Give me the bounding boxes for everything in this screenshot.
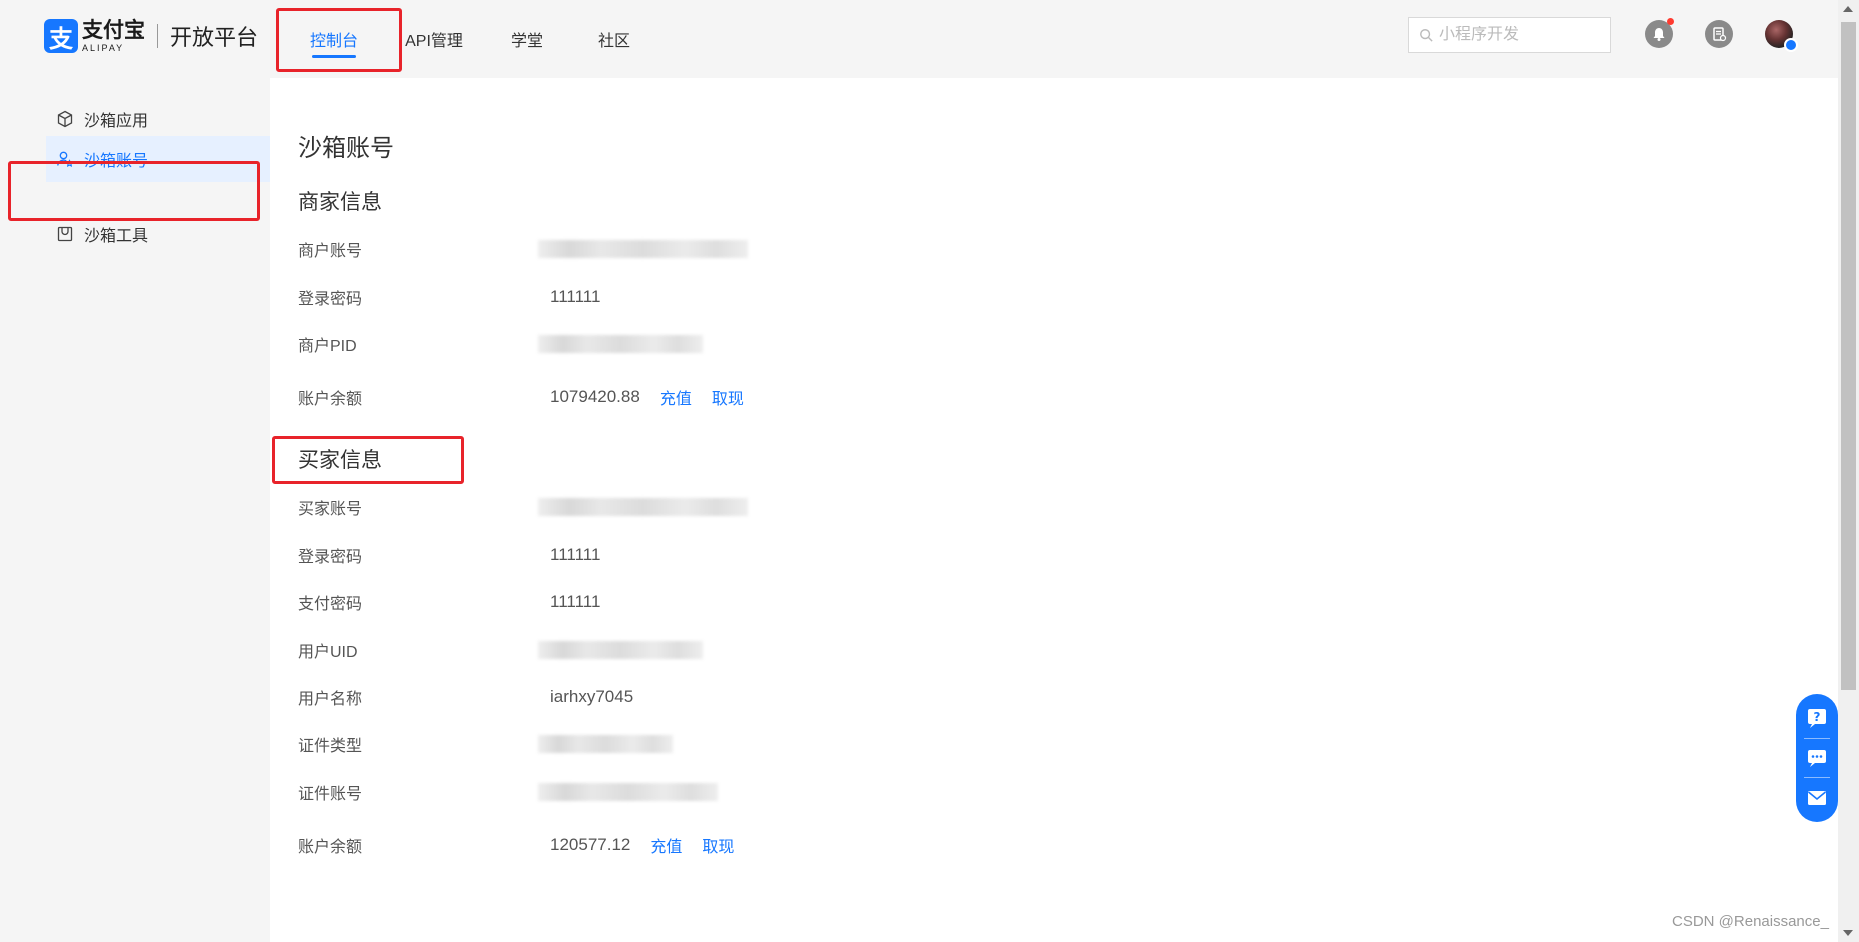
user-star-icon bbox=[57, 151, 74, 168]
buyer-id-number-row: 证件账号 bbox=[298, 780, 718, 804]
field-value: 111111 bbox=[550, 287, 601, 306]
search-box[interactable] bbox=[1408, 17, 1611, 53]
field-value: 1079420.88 bbox=[550, 387, 640, 406]
buyer-recharge-link[interactable]: 充值 bbox=[650, 833, 682, 857]
redacted-value bbox=[538, 641, 703, 659]
search-input[interactable] bbox=[1439, 26, 1609, 44]
alipay-logo[interactable]: 支 支付宝 ALIPAY 开放平台 bbox=[44, 19, 258, 53]
merchant-pid-row: 商户PID bbox=[298, 332, 703, 356]
mail-icon bbox=[1807, 790, 1827, 805]
field-label: 证件类型 bbox=[298, 738, 363, 755]
float-divider bbox=[1804, 737, 1830, 739]
field-label: 用户名称 bbox=[298, 691, 363, 708]
redacted-value bbox=[538, 498, 748, 516]
sidebar-item-sandbox-tools[interactable]: 沙箱工具 bbox=[46, 211, 270, 257]
buyer-pay-password-row: 支付密码 111111 bbox=[298, 590, 600, 614]
merchant-password-row: 登录密码 111111 bbox=[298, 285, 600, 309]
chat-button[interactable] bbox=[1804, 745, 1830, 771]
buyer-uid-row: 用户UID bbox=[298, 638, 703, 662]
user-avatar[interactable] bbox=[1765, 20, 1798, 52]
sidebar: 沙箱应用 沙箱账号 沙箱工具 bbox=[0, 78, 270, 942]
field-label: 支付密码 bbox=[298, 596, 363, 613]
field-label: 登录密码 bbox=[298, 291, 363, 308]
field-label: 登录密码 bbox=[298, 549, 363, 566]
buyer-withdraw-link[interactable]: 取现 bbox=[702, 833, 734, 857]
sidebar-item-label: 沙箱工具 bbox=[84, 228, 149, 245]
logo-divider bbox=[157, 24, 158, 48]
notification-button[interactable] bbox=[1645, 18, 1674, 48]
field-value: iarhxy7045 bbox=[550, 687, 634, 706]
scroll-up-arrow[interactable] bbox=[1843, 6, 1853, 12]
nav-academy[interactable]: 学堂 bbox=[482, 0, 572, 78]
buyer-balance-row: 账户余额 120577.12 充值 取现 bbox=[298, 833, 734, 857]
float-divider bbox=[1804, 777, 1830, 779]
chat-icon bbox=[1808, 749, 1826, 767]
bag-icon bbox=[57, 226, 73, 242]
page-title: 沙箱账号 bbox=[298, 135, 394, 162]
buyer-id-type-row: 证件类型 bbox=[298, 732, 673, 756]
feedback-button[interactable] bbox=[1804, 785, 1830, 811]
field-value: 111111 bbox=[550, 592, 601, 611]
alipay-logo-icon: 支 bbox=[44, 19, 78, 53]
field-label: 商户账号 bbox=[298, 243, 363, 260]
page-scrollbar[interactable] bbox=[1838, 0, 1859, 942]
field-label: 证件账号 bbox=[298, 786, 363, 803]
nav-console[interactable]: 控制台 bbox=[282, 0, 386, 78]
merchant-account-row: 商户账号 bbox=[298, 237, 748, 261]
field-label: 账户余额 bbox=[298, 839, 363, 856]
field-value: 120577.12 bbox=[550, 835, 631, 854]
cube-icon bbox=[57, 110, 73, 128]
document-icon bbox=[1713, 27, 1727, 42]
sidebar-item-label: 沙箱账号 bbox=[84, 153, 149, 170]
top-nav: 控制台 API管理 学堂 社区 bbox=[282, 0, 656, 78]
field-label: 用户UID bbox=[298, 644, 358, 661]
merchant-recharge-link[interactable]: 充值 bbox=[660, 385, 692, 409]
field-value: 111111 bbox=[550, 545, 601, 564]
watermark: CSDN @Renaissance_ bbox=[1672, 913, 1829, 930]
logo-en: ALIPAY bbox=[82, 42, 125, 53]
buyer-section-title: 买家信息 bbox=[298, 449, 382, 472]
field-label: 账户余额 bbox=[298, 391, 363, 408]
notification-dot bbox=[1667, 18, 1674, 25]
scroll-down-arrow[interactable] bbox=[1843, 930, 1853, 936]
question-icon: ? bbox=[1808, 709, 1826, 729]
bell-icon bbox=[1653, 28, 1665, 41]
merchant-balance-row: 账户余额 1079420.88 充值 取现 bbox=[298, 385, 744, 409]
redacted-value bbox=[538, 735, 673, 753]
buyer-login-password-row: 登录密码 111111 bbox=[298, 543, 600, 567]
help-button[interactable]: ? bbox=[1804, 705, 1830, 731]
search-icon bbox=[1420, 29, 1433, 42]
top-bar: 支 支付宝 ALIPAY 开放平台 控制台 API管理 学堂 社区 bbox=[0, 0, 1838, 78]
svg-text:?: ? bbox=[1814, 710, 1821, 724]
main-content: 沙箱账号 商家信息 商户账号 登录密码 111111 商户PID 账户余额 10… bbox=[270, 78, 1838, 942]
redacted-value bbox=[538, 240, 748, 258]
merchant-section-title: 商家信息 bbox=[298, 191, 382, 214]
redacted-value bbox=[538, 783, 718, 801]
logo-text: 支付宝 ALIPAY bbox=[82, 20, 145, 53]
merchant-withdraw-link[interactable]: 取现 bbox=[712, 385, 744, 409]
buyer-username-row: 用户名称 iarhxy7045 bbox=[298, 685, 633, 709]
nav-api-management[interactable]: API管理 bbox=[386, 0, 482, 78]
redacted-value bbox=[538, 335, 703, 353]
buyer-account-row: 买家账号 bbox=[298, 495, 748, 519]
floating-help-bar: ? bbox=[1796, 694, 1838, 822]
nav-community[interactable]: 社区 bbox=[572, 0, 656, 78]
avatar-badge bbox=[1784, 38, 1798, 52]
field-label: 商户PID bbox=[298, 338, 357, 355]
field-label: 买家账号 bbox=[298, 501, 363, 518]
sidebar-item-sandbox-accounts[interactable]: 沙箱账号 bbox=[46, 136, 270, 182]
document-button[interactable] bbox=[1705, 20, 1733, 48]
scroll-thumb[interactable] bbox=[1841, 22, 1856, 690]
platform-name: 开放平台 bbox=[170, 25, 259, 50]
logo-cn: 支付宝 bbox=[82, 18, 145, 42]
sidebar-item-label: 沙箱应用 bbox=[84, 113, 149, 130]
